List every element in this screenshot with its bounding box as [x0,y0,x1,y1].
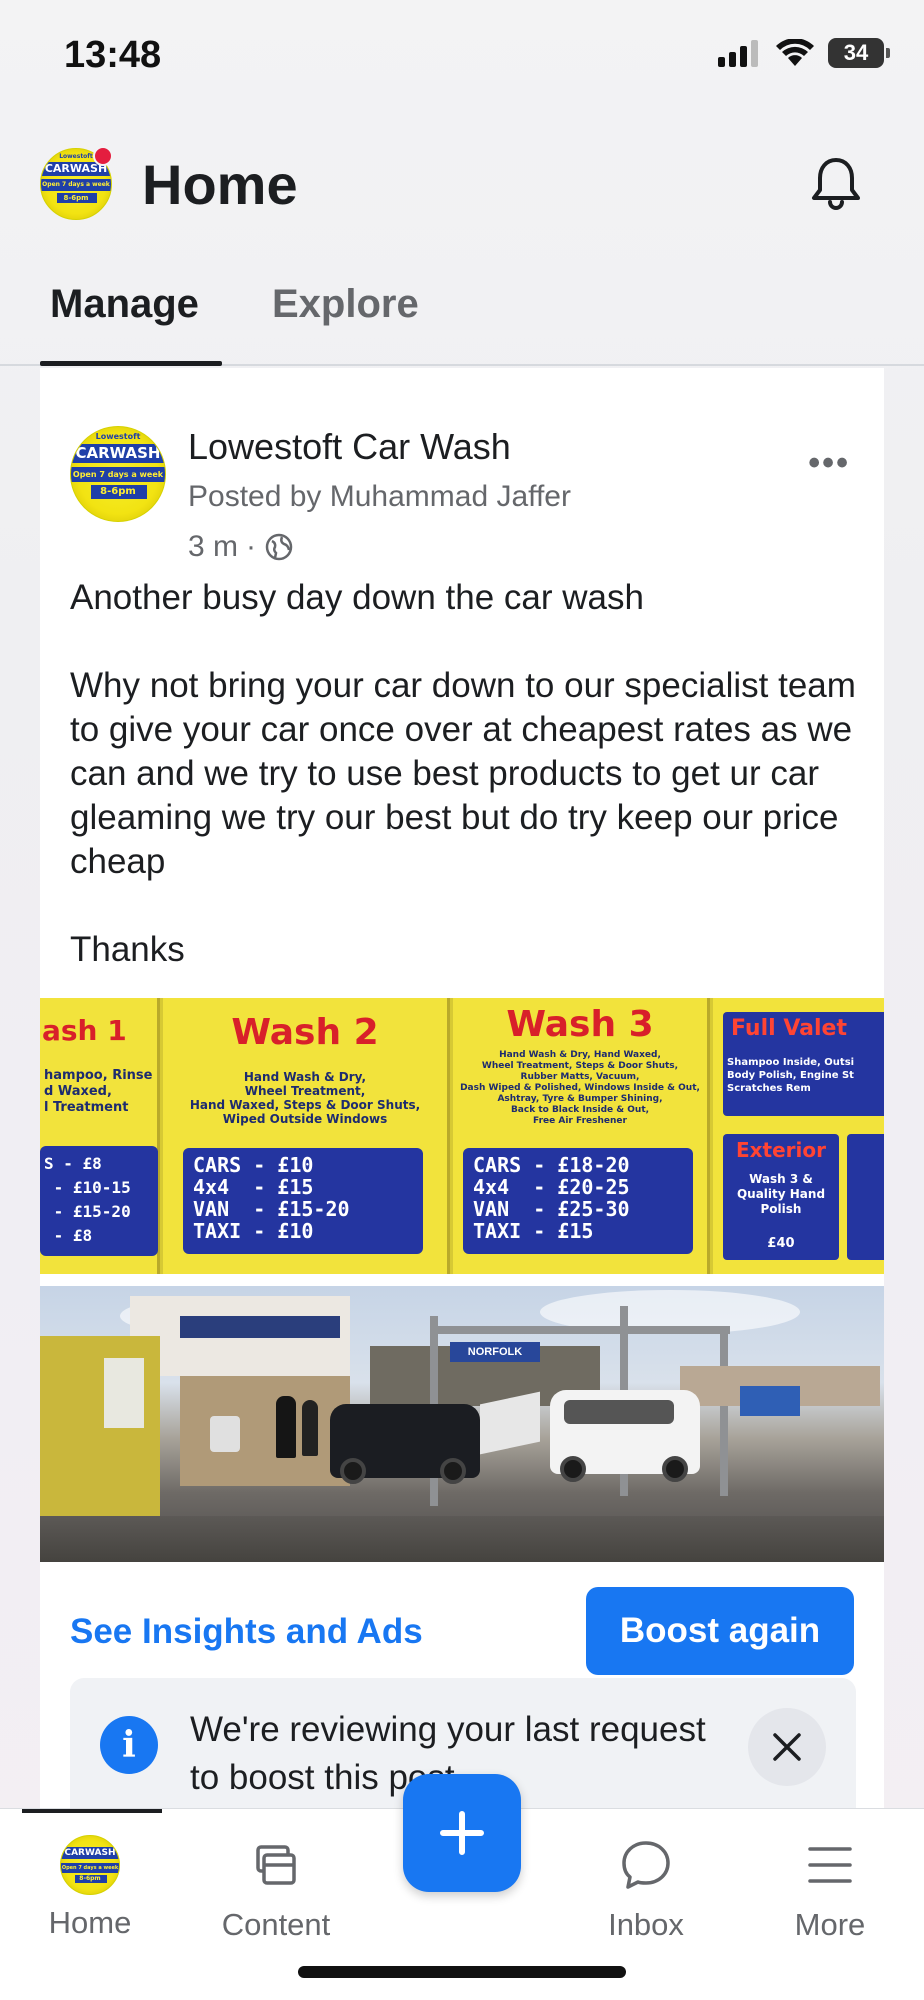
wash3-title: Wash 3 [506,1004,654,1045]
meta-separator: · [246,530,257,563]
full-valet-box: Full Valet Shampoo Inside, Outsi Body Po… [723,1012,884,1116]
board-panel-wash2: Wash 2 Hand Wash & Dry, Wheel Treatment,… [160,998,450,1274]
nav-more[interactable]: More [740,1833,920,1943]
avatar-logo-line2: 8-6pm [63,194,89,202]
post-time: 3 m [188,530,239,563]
status-time: 13:48 [64,34,162,76]
header: Lowestoft CARWASH Open 7 days a week 8-6… [0,140,924,250]
nav-more-label: More [794,1907,866,1942]
post-image-carwash-photo[interactable]: NORFOLK [40,1286,884,1562]
wash1-desc: hampoo, Rinse d Waxed, l Treatment [44,1068,153,1115]
posted-by: Posted by Muhammad Jaffer [188,480,571,513]
wash2-title: Wash 2 [231,1012,379,1053]
nav-content[interactable]: Content [186,1833,366,1943]
nav-avatar-logo-line2: 8-6pm [79,1875,101,1882]
home-indicator [298,1966,626,1978]
plus-icon [440,1811,484,1855]
battery-icon: 34 [828,38,890,68]
nav-avatar-logo-line1: Open 7 days a week [61,1865,119,1871]
post-text: Another busy day down the car wash Why n… [70,578,856,969]
ship-label: NORFOLK [450,1342,540,1362]
avatar-logo-line1: Open 7 days a week [42,181,110,188]
active-tab-indicator [40,361,222,366]
board-panel-wash1: ash 1 hampoo, Rinse d Waxed, l Treatment… [40,998,160,1274]
nav-active-indicator [22,1809,162,1813]
full-valet-desc: Shampoo Inside, Outsi Body Polish, Engin… [727,1057,855,1094]
bell-icon[interactable] [804,152,868,216]
nav-content-label: Content [221,1907,331,1942]
nav-home[interactable]: CARWASH Open 7 days a week 8-6pm Home [0,1833,180,1941]
page-title: Home [142,153,298,216]
home-avatar-icon: CARWASH Open 7 days a week 8-6pm [60,1835,120,1895]
close-notice-button[interactable] [748,1708,826,1786]
create-post-button[interactable] [403,1774,521,1892]
see-insights-link[interactable]: See Insights and Ads [70,1612,423,1652]
exterior-title: Exterior [735,1138,826,1162]
post-avatar-logo-top: Lowestoft [95,432,141,441]
tab-manage[interactable]: Manage [50,282,199,327]
post-image-price-board[interactable]: ash 1 hampoo, Rinse d Waxed, l Treatment… [40,998,884,1274]
tab-explore[interactable]: Explore [272,282,419,327]
notification-dot [93,146,113,166]
exterior-box: Exterior Wash 3 & Quality Hand Polish £4… [723,1134,839,1260]
info-icon: i [100,1716,158,1774]
post-avatar-logo-line2: 8-6pm [100,486,136,497]
wash1-title: ash 1 [42,1014,127,1047]
chat-bubble-icon [622,1841,670,1889]
wash3-desc: Hand Wash & Dry, Hand Waxed, Wheel Treat… [460,1050,700,1126]
nav-inbox-label: Inbox [608,1907,684,1942]
post-page-name[interactable]: Lowestoft Car Wash [188,426,511,468]
nav-home-label: Home [48,1905,132,1940]
exterior-desc: Wash 3 & Quality Hand Polish [736,1172,826,1216]
post-card: Lowestoft CARWASH Open 7 days a week 8-6… [40,368,884,1808]
board-panel-wash3: Wash 3 Hand Wash & Dry, Hand Waxed, Whee… [450,998,710,1274]
board-panel-valet: Full Valet Shampoo Inside, Outsi Body Po… [710,998,884,1274]
tab-bar: Manage Explore [0,270,924,366]
status-bar: 13:48 34 [0,0,924,110]
post-options-icon[interactable]: ••• [808,444,850,483]
menu-icon [808,1847,852,1883]
exterior-price: £40 [767,1236,795,1251]
wifi-icon [776,39,814,66]
full-valet-title: Full Valet [731,1016,847,1041]
wash2-desc: Hand Wash & Dry, Wheel Treatment, Hand W… [189,1070,421,1126]
post-avatar-logo-line1: Open 7 days a week [72,470,164,479]
post-avatar-logo-title: CARWASH [75,444,161,462]
nav-inbox[interactable]: Inbox [556,1833,736,1943]
globe-icon [265,533,293,561]
content-icon [256,1845,296,1885]
wash3-prices: CARS - £18-20 4x4 - £20-25 VAN - £25-30 … [463,1148,693,1254]
next-box [847,1134,884,1260]
wash1-prices: S - £8 - £10-15 - £15-20 - £8 [40,1146,158,1256]
close-icon [773,1733,801,1761]
nav-avatar-logo-title: CARWASH [64,1848,116,1858]
wash2-prices: CARS - £10 4x4 - £15 VAN - £15-20 TAXI -… [183,1148,423,1254]
cellular-signal-icon [718,40,758,67]
post-page-avatar[interactable]: Lowestoft CARWASH Open 7 days a week 8-6… [70,426,166,522]
boost-again-button[interactable]: Boost again [586,1587,854,1675]
status-icons: 34 [718,38,890,68]
post-meta: 3 m · [188,530,294,564]
